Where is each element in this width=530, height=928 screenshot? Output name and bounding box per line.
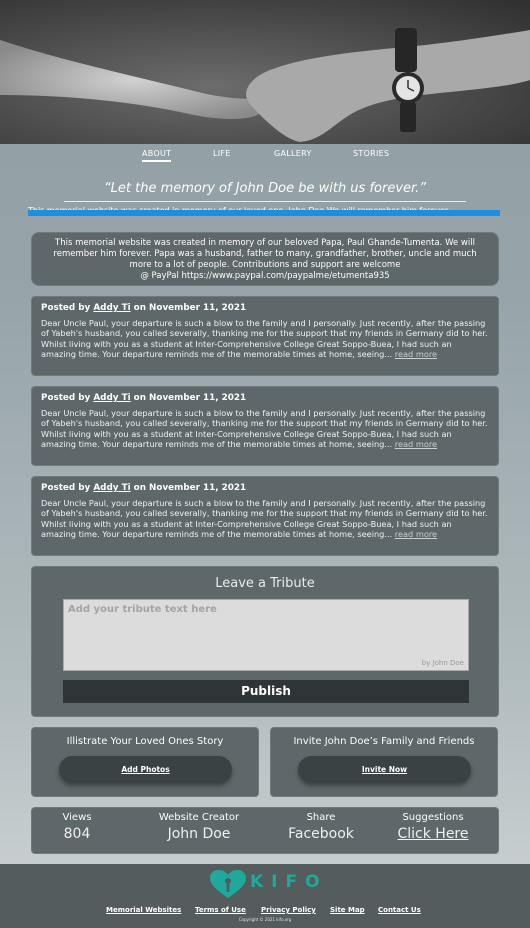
footer-link-sitemap[interactable]: Site Map xyxy=(330,906,365,914)
read-more-link[interactable]: read more xyxy=(395,349,437,359)
tribute-placeholder: Add your tribute text here xyxy=(68,604,217,615)
invite-box: Invite John Doe’s Family and Friends Inv… xyxy=(270,727,498,797)
footer-links: Memorial Websites Terms of Use Privacy P… xyxy=(0,906,530,916)
logo-text: KIFO xyxy=(250,872,328,892)
main-nav: ABOUT LIFE GALLERY STORIES xyxy=(0,148,530,166)
suggestions-link[interactable]: Click Here xyxy=(378,826,488,842)
intro-text: This memorial website was created in mem… xyxy=(53,238,477,270)
story-photos-box: Illistrate Your Loved Ones Story Add Pho… xyxy=(31,727,259,797)
views-value: 804 xyxy=(63,826,91,842)
footer-link-contact[interactable]: Contact Us xyxy=(378,906,421,914)
copyright: Copyright © 2021 kifo.org xyxy=(238,917,292,922)
creator-label: Website Creator xyxy=(158,812,240,823)
story-body: Dear Uncle Paul, your departure is such … xyxy=(41,408,489,450)
story-meta: Posted by Addy Ti on November 11, 2021 xyxy=(41,303,489,314)
nav-gallery[interactable]: GALLERY xyxy=(274,149,312,158)
ticker-highlight-bar xyxy=(28,210,500,216)
quote-divider xyxy=(64,201,466,202)
views-label: Views xyxy=(62,812,92,823)
posted-by-label: Posted by xyxy=(41,303,91,313)
stat-creator: Website Creator John Doe xyxy=(144,812,254,842)
story-body: Dear Uncle Paul, your departure is such … xyxy=(41,318,489,360)
holding-hands-icon xyxy=(0,28,530,142)
paypal-prefix: @ PayPal xyxy=(140,271,179,281)
stat-share: Share Facebook xyxy=(266,812,376,842)
story-author-link[interactable]: Addy Ti xyxy=(93,303,130,313)
nav-about[interactable]: ABOUT xyxy=(142,149,172,162)
story-card: Posted by Addy Ti on November 11, 2021 D… xyxy=(31,476,499,556)
tribute-byline: by John Doe xyxy=(421,659,464,667)
read-more-link[interactable]: read more xyxy=(395,439,437,449)
hero-image xyxy=(0,0,530,144)
share-facebook-link[interactable]: Facebook xyxy=(266,826,376,842)
share-label: Share xyxy=(306,812,336,823)
nav-life[interactable]: LIFE xyxy=(213,149,231,158)
posted-by-label: Posted by xyxy=(41,483,91,493)
creator-value: John Doe xyxy=(167,826,231,842)
story-date: on November 11, 2021 xyxy=(133,393,247,403)
stat-views: Views 804 xyxy=(22,812,132,842)
story-author-link[interactable]: Addy Ti xyxy=(93,393,130,403)
publish-button[interactable]: Publish xyxy=(63,680,469,703)
memorial-quote: “Let the memory of John Doe be with us f… xyxy=(103,181,427,196)
tribute-title: Leave a Tribute xyxy=(215,576,315,591)
stats-bar: Views 804 Website Creator John Doe Share… xyxy=(31,807,499,854)
story-date: on November 11, 2021 xyxy=(133,303,247,313)
tribute-textarea[interactable]: Add your tribute text here by John Doe xyxy=(63,599,469,671)
story-author-link[interactable]: Addy Ti xyxy=(93,483,130,493)
story-date: on November 11, 2021 xyxy=(133,483,247,493)
footer-link-memorial-websites[interactable]: Memorial Websites xyxy=(106,906,181,914)
nav-stories[interactable]: STORIES xyxy=(353,149,389,158)
kifo-heart-logo-icon xyxy=(210,870,246,898)
stat-suggestions: Suggestions Click Here xyxy=(378,812,488,842)
invite-now-button[interactable]: Invite Now xyxy=(298,756,471,783)
posted-by-label: Posted by xyxy=(41,393,91,403)
story-body: Dear Uncle Paul, your departure is such … xyxy=(41,498,489,540)
story-meta: Posted by Addy Ti on November 11, 2021 xyxy=(41,393,489,404)
intro-card: This memorial website was created in mem… xyxy=(31,232,499,286)
add-photos-button[interactable]: Add Photos xyxy=(59,756,232,783)
paypal-link[interactable]: https://www.paypal.com/paypalme/etumenta… xyxy=(182,271,390,281)
footer-link-terms[interactable]: Terms of Use xyxy=(195,906,246,914)
read-more-link[interactable]: read more xyxy=(395,529,437,539)
footer-link-privacy[interactable]: Privacy Policy xyxy=(261,906,316,914)
story-meta: Posted by Addy Ti on November 11, 2021 xyxy=(41,483,489,494)
suggestions-label: Suggestions xyxy=(402,812,464,823)
tribute-panel: Leave a Tribute Add your tribute text he… xyxy=(31,566,499,717)
story-card: Posted by Addy Ti on November 11, 2021 D… xyxy=(31,296,499,376)
story-box-title: Illistrate Your Loved Ones Story xyxy=(66,736,224,747)
story-card: Posted by Addy Ti on November 11, 2021 D… xyxy=(31,386,499,466)
footer: KIFO Memorial Websites Terms of Use Priv… xyxy=(0,864,530,928)
invite-box-title: Invite John Doe’s Family and Friends xyxy=(293,736,475,747)
